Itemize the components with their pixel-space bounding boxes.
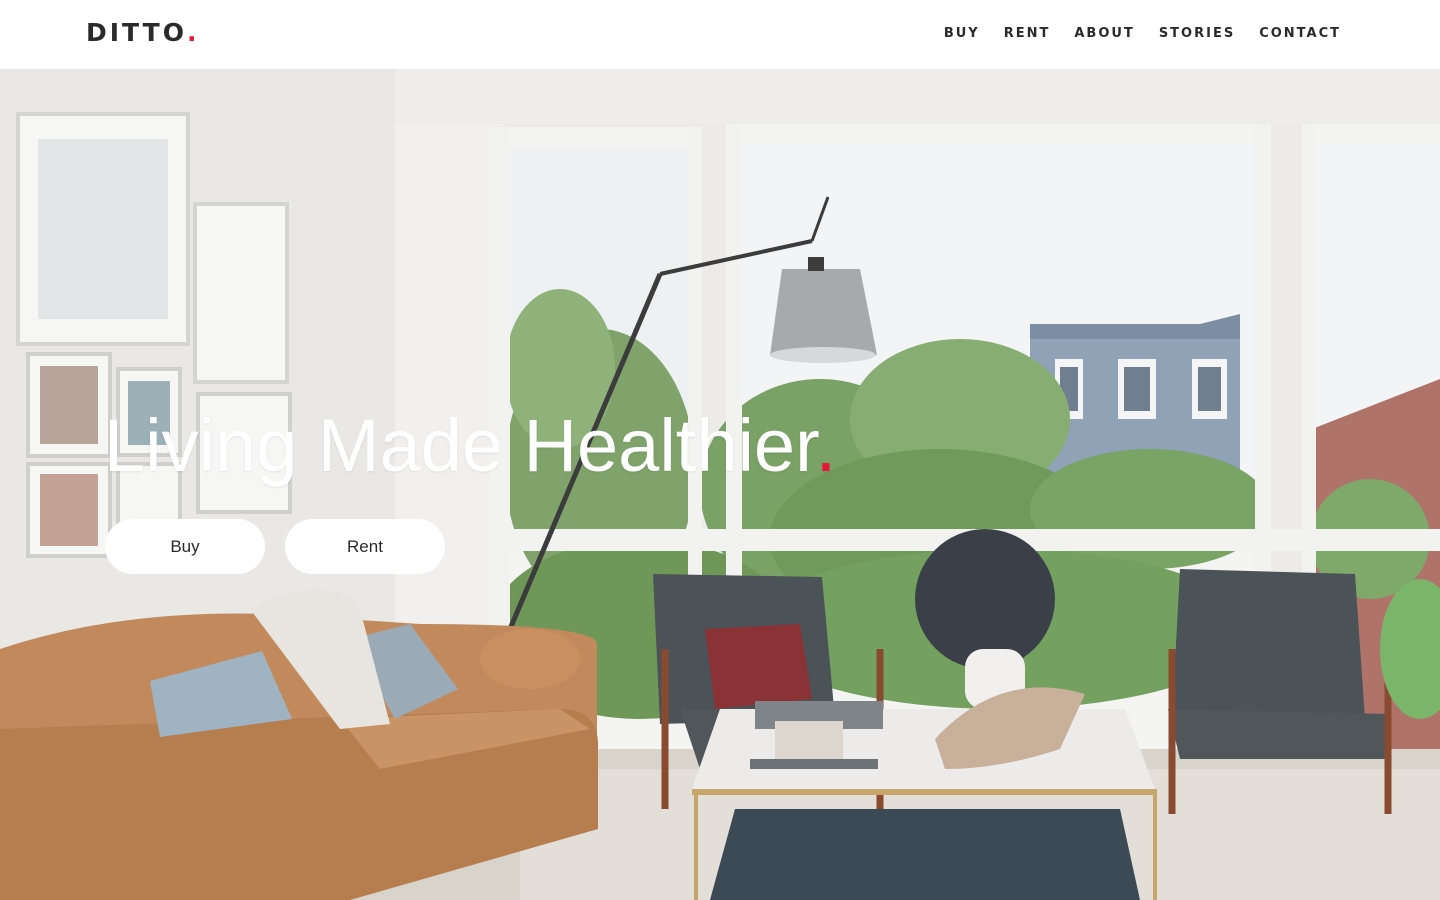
nav-item-contact[interactable]: CONTACT <box>1259 24 1341 44</box>
hero-section: Living Made Healthier. Buy Rent <box>0 69 1440 900</box>
nav-item-about[interactable]: ABOUT <box>1074 24 1134 44</box>
hero-headline: Living Made Healthier. <box>104 403 836 489</box>
hero-headline-text: Living Made Healthier <box>104 404 816 487</box>
hero-headline-dot: . <box>815 404 837 487</box>
logo-text: DITTO <box>86 18 187 47</box>
main-nav: BUY RENT ABOUT STORIES CONTACT <box>920 24 1341 44</box>
nav-item-rent[interactable]: RENT <box>1004 24 1051 44</box>
rent-button[interactable]: Rent <box>285 519 445 574</box>
nav-item-buy[interactable]: BUY <box>944 24 980 44</box>
site-header: DITTO. BUY RENT ABOUT STORIES CONTACT <box>0 0 1440 69</box>
nav-item-stories[interactable]: STORIES <box>1159 24 1235 44</box>
logo-dot: . <box>187 18 197 47</box>
logo[interactable]: DITTO. <box>86 18 197 48</box>
buy-button[interactable]: Buy <box>105 519 265 574</box>
